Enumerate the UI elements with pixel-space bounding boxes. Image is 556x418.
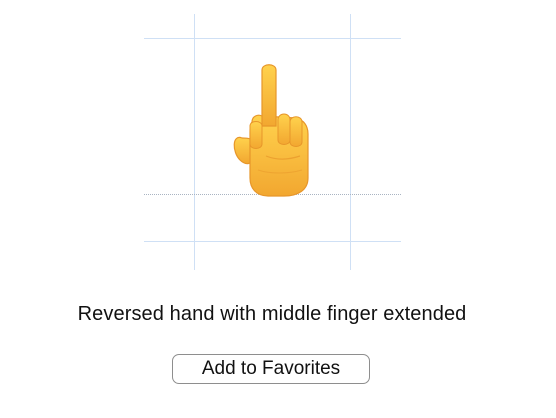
glyph-preview — [0, 0, 556, 290]
descender-guide — [144, 241, 401, 242]
ascender-guide — [144, 38, 401, 39]
vertical-guide-right — [350, 14, 351, 270]
emoji-description: Reversed hand with middle finger extende… — [77, 303, 467, 325]
middle-finger-emoji-icon — [222, 60, 322, 200]
vertical-guide-left — [194, 14, 195, 270]
add-to-favorites-button[interactable]: Add to Favorites — [172, 354, 370, 384]
